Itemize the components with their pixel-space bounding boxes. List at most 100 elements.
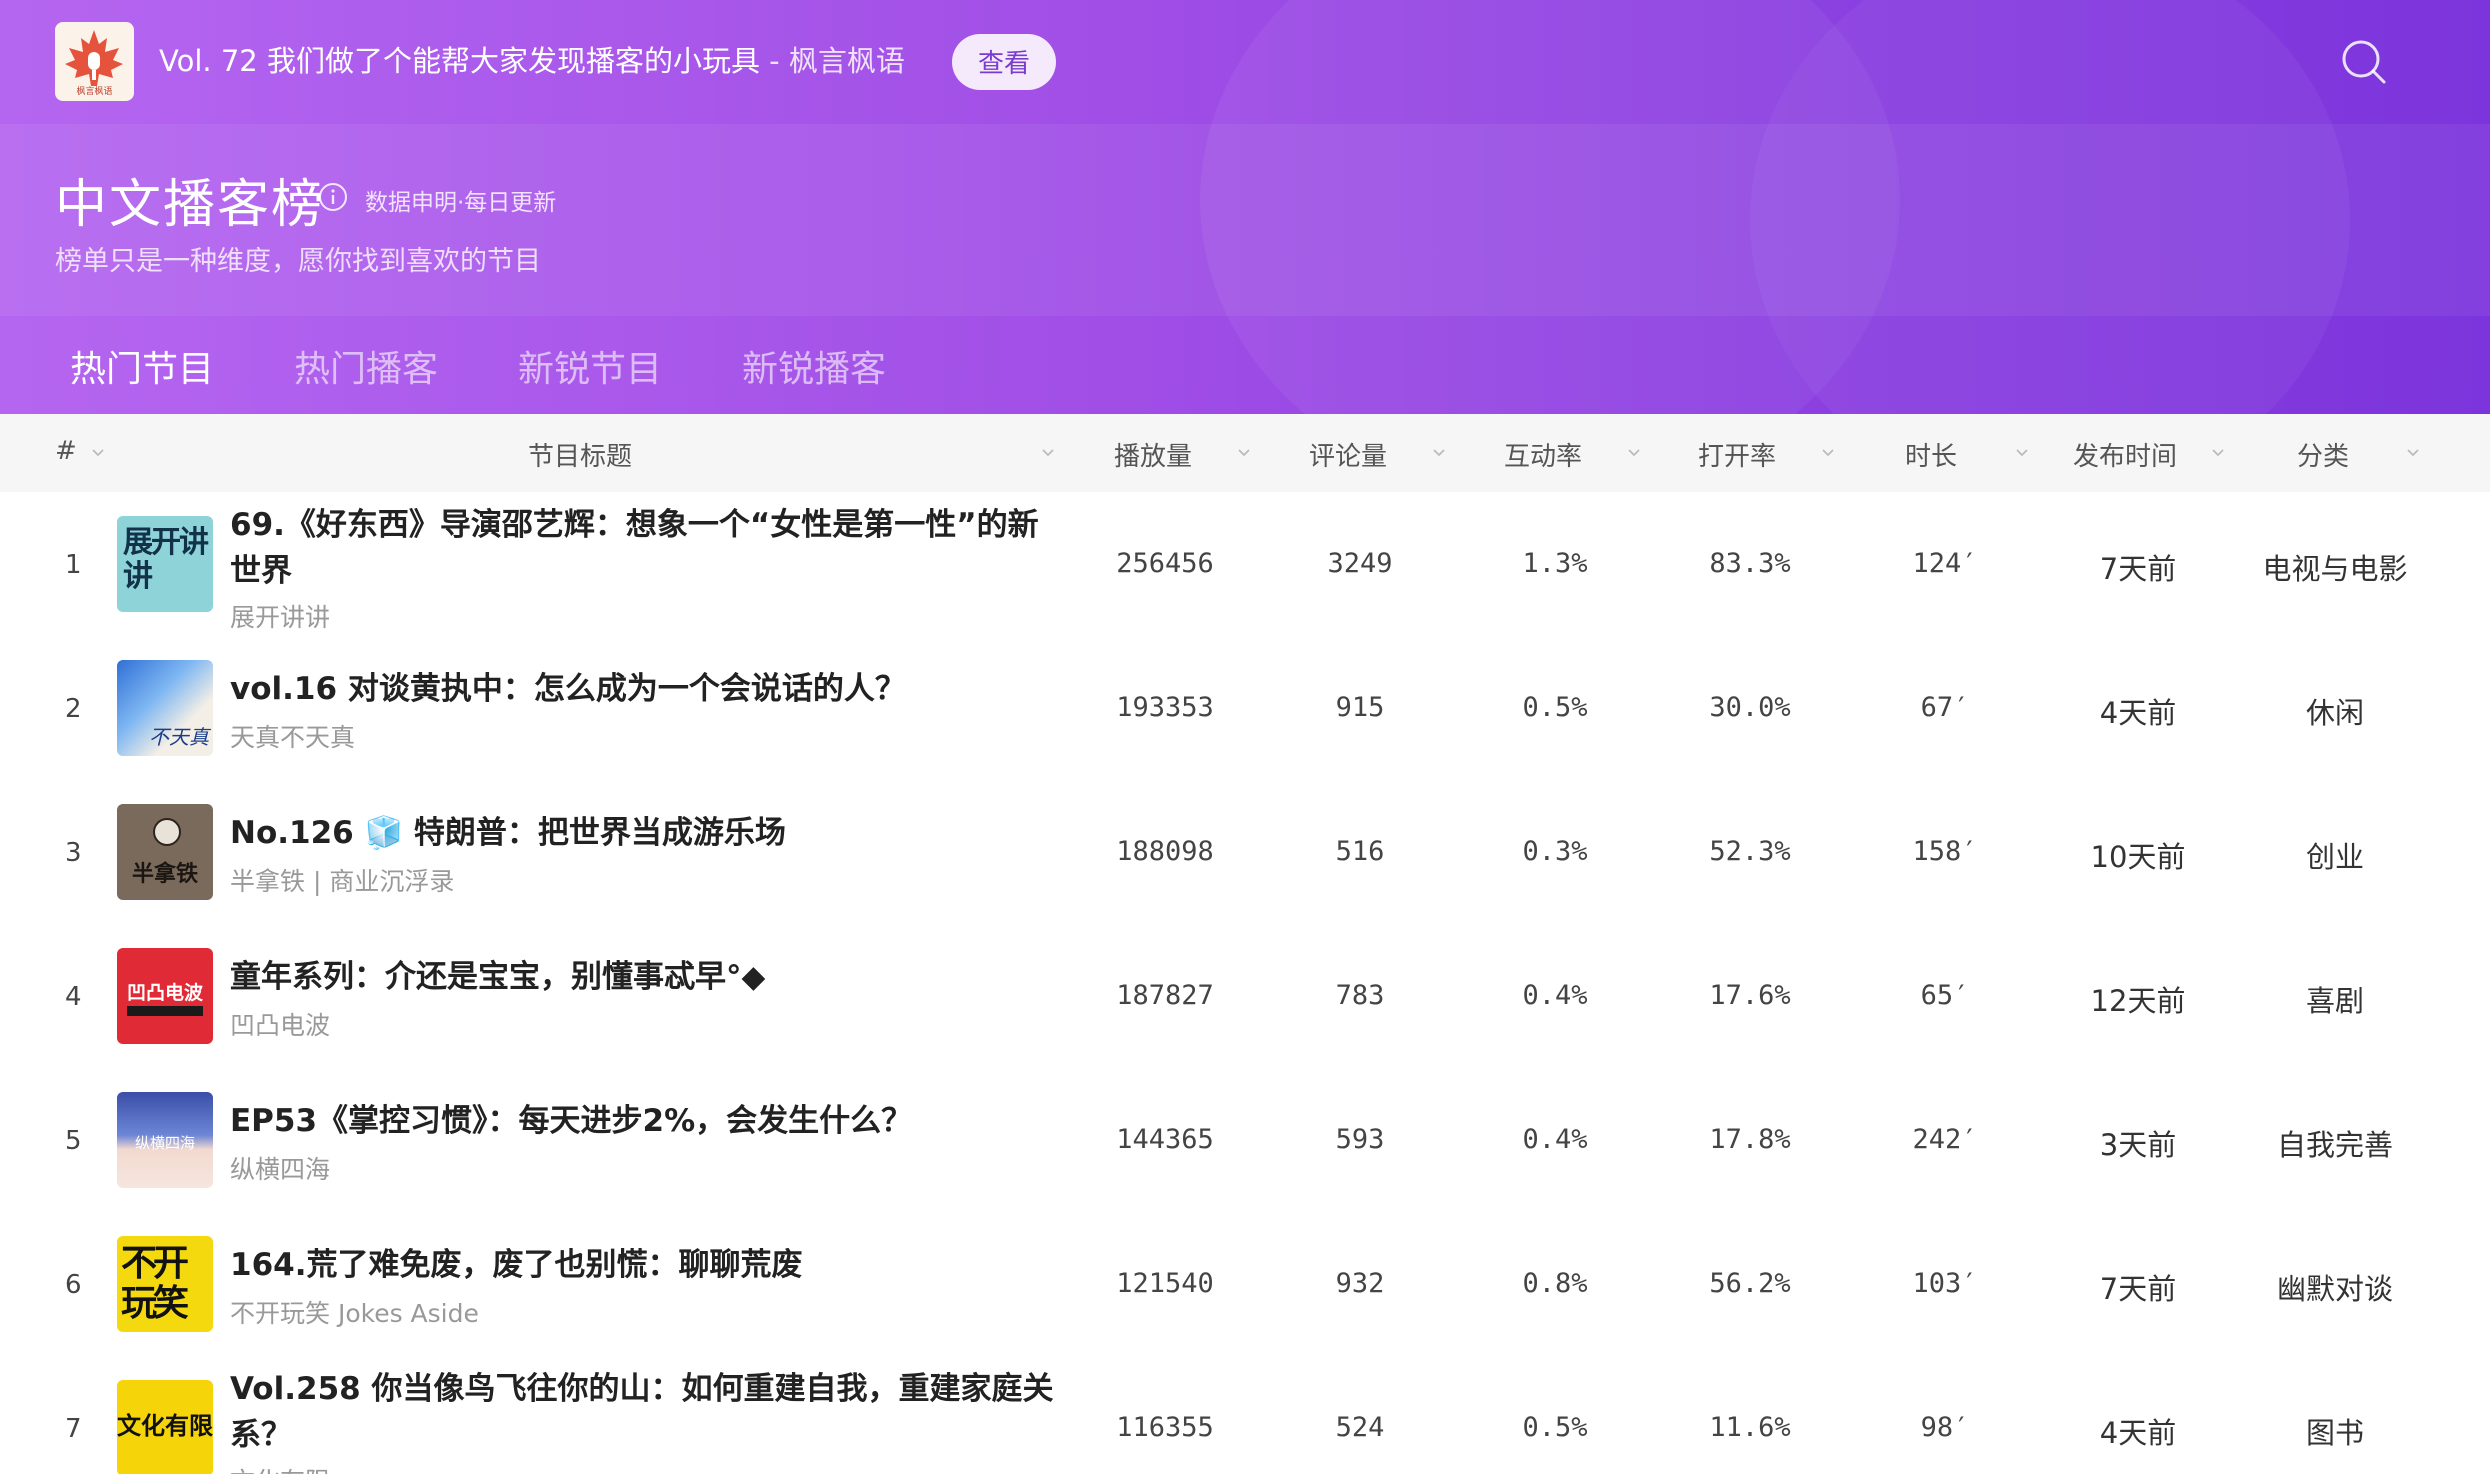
rank: 5 — [65, 1126, 82, 1156]
sort-chevron-icon[interactable] — [1236, 444, 1252, 460]
sort-chevron-icon[interactable] — [90, 444, 106, 460]
category[interactable]: 自我完善 — [2250, 1122, 2420, 1164]
sort-chevron-icon[interactable] — [1040, 444, 1056, 460]
sort-chevron-icon[interactable] — [2014, 444, 2030, 460]
podcast-cover[interactable]: 凹凸电波 — [117, 948, 213, 1044]
podcast-cover[interactable]: 纵横四海 — [117, 1092, 213, 1188]
sort-chevron-icon[interactable] — [1626, 444, 1642, 460]
published-time: 7天前 — [2099, 552, 2177, 586]
podcast-name[interactable]: 不开玩笑 Jokes Aside — [230, 1294, 479, 1330]
published-time: 7天前 — [2099, 1272, 2177, 1306]
table-row[interactable]: 6 不开玩笑 164.荒了难免废，废了也别慌：聊聊荒废 不开玩笑 Jokes A… — [0, 1212, 2490, 1356]
interaction-rate: 1.3% — [1522, 548, 1588, 579]
podcast-cover[interactable]: 文化有限 — [117, 1380, 213, 1474]
cover-text: 不开玩笑 — [121, 1243, 189, 1324]
table-row[interactable]: 2 不天真 vol.16 对谈黄执中：怎么成为一个会说话的人？ 天真不天真 19… — [0, 636, 2490, 780]
duration: 67′ — [1920, 692, 1970, 723]
tab-hot-episodes[interactable]: 热门节目 — [70, 340, 214, 392]
search-icon[interactable] — [2340, 38, 2388, 86]
rank: 4 — [65, 982, 82, 1012]
category[interactable]: 休闲 — [2250, 690, 2420, 732]
open-rate: 17.6% — [1709, 980, 1791, 1011]
tab-new-episodes[interactable]: 新锐节目 — [518, 340, 662, 392]
table-row[interactable]: 7 文化有限 Vol.258 你当像鸟飞往你的山：如何重建自我，重建家庭关系？ … — [0, 1356, 2490, 1474]
open-rate: 52.3% — [1709, 836, 1791, 867]
duration: 158′ — [1912, 836, 1978, 867]
podcast-cover[interactable]: 不开玩笑 — [117, 1236, 213, 1332]
tab-hot-podcasts[interactable]: 热门播客 — [294, 340, 438, 392]
column-interaction-rate[interactable]: 互动率 — [1504, 436, 1582, 473]
category[interactable]: 喜剧 — [2250, 978, 2420, 1020]
interaction-rate: 0.3% — [1522, 836, 1588, 867]
column-published[interactable]: 发布时间 — [2073, 436, 2177, 473]
tab-bar: 热门节目 热门播客 新锐节目 新锐播客 — [0, 316, 2490, 414]
published-time: 10天前 — [2090, 840, 2186, 874]
category[interactable]: 电视与电影 — [2250, 546, 2420, 588]
site-logo[interactable]: 枫言枫语 — [55, 22, 134, 101]
podcast-name[interactable]: 半拿铁 | 商业沉浮录 — [230, 862, 454, 898]
episode-title[interactable]: EP53《掌控习惯》：每天进步2%，会发生什么？ — [230, 1098, 1060, 1144]
duration: 124′ — [1912, 548, 1978, 579]
sort-chevron-icon[interactable] — [1431, 444, 1447, 460]
plays: 121540 — [1116, 1268, 1214, 1299]
comments: 915 — [1335, 692, 1385, 723]
podcast-name[interactable]: 展开讲讲 — [230, 598, 330, 634]
duration: 65′ — [1920, 980, 1970, 1011]
info-icon[interactable] — [318, 182, 348, 212]
episode-table: 1 展开讲讲 69.《好东西》导演邵艺辉：想象一个“女性是第一性”的新世界 展开… — [0, 492, 2490, 1474]
page-subtitle: 榜单只是一种维度，愿你找到喜欢的节目 — [55, 246, 541, 277]
episode-title[interactable]: 164.荒了难免废，废了也别慌：聊聊荒废 — [230, 1242, 1060, 1288]
title-band — [0, 124, 2490, 316]
table-row[interactable]: 3 半拿铁 No.126 🧊 特朗普：把世界当成游乐场 半拿铁 | 商业沉浮录 … — [0, 780, 2490, 924]
column-rank[interactable]: # — [55, 436, 77, 466]
episode-title[interactable]: No.126 🧊 特朗普：把世界当成游乐场 — [230, 810, 1060, 856]
podcast-cover[interactable]: 半拿铁 — [117, 804, 213, 900]
episode-title[interactable]: 童年系列：介还是宝宝，别懂事忒早°◆ — [230, 954, 1060, 1000]
comments: 524 — [1335, 1412, 1385, 1443]
rank: 6 — [65, 1270, 82, 1300]
category[interactable]: 幽默对谈 — [2250, 1266, 2420, 1308]
comments: 3249 — [1327, 548, 1393, 579]
interaction-rate: 0.5% — [1522, 1412, 1588, 1443]
category[interactable]: 创业 — [2250, 834, 2420, 876]
podcast-name[interactable]: 天真不天真 — [230, 718, 355, 754]
cover-text: 文化有限 — [117, 1412, 213, 1440]
published-time: 12天前 — [2090, 984, 2186, 1018]
comments: 593 — [1335, 1124, 1385, 1155]
episode-title[interactable]: 69.《好东西》导演邵艺辉：想象一个“女性是第一性”的新世界 — [230, 502, 1060, 594]
cover-text: 纵横四海 — [134, 1134, 195, 1152]
column-plays[interactable]: 播放量 — [1114, 436, 1192, 473]
tab-new-podcasts[interactable]: 新锐播客 — [742, 340, 886, 392]
column-comments[interactable]: 评论量 — [1309, 436, 1387, 473]
podcast-name[interactable]: 纵横四海 — [230, 1150, 330, 1186]
sort-chevron-icon[interactable] — [2405, 444, 2421, 460]
episode-title[interactable]: Vol.258 你当像鸟飞往你的山：如何重建自我，重建家庭关系？ — [230, 1366, 1060, 1458]
duration: 103′ — [1912, 1268, 1978, 1299]
podcast-cover[interactable]: 不天真 — [117, 660, 213, 756]
column-category[interactable]: 分类 — [2297, 436, 2349, 473]
announcement-text: Vol. 72 我们做了个能帮大家发现播客的小玩具 — [159, 44, 760, 78]
sort-chevron-icon[interactable] — [2210, 444, 2226, 460]
published-time: 3天前 — [2099, 1128, 2177, 1162]
data-statement-link[interactable]: 数据申明·每日更新 — [365, 183, 556, 217]
sort-chevron-icon[interactable] — [1820, 444, 1836, 460]
table-row[interactable]: 4 凹凸电波 童年系列：介还是宝宝，别懂事忒早°◆ 凹凸电波 187827 78… — [0, 924, 2490, 1068]
episode-title[interactable]: vol.16 对谈黄执中：怎么成为一个会说话的人？ — [230, 666, 1060, 712]
table-row[interactable]: 5 纵横四海 EP53《掌控习惯》：每天进步2%，会发生什么？ 纵横四海 144… — [0, 1068, 2490, 1212]
podcast-name[interactable]: 凹凸电波 — [230, 1006, 330, 1042]
table-header: # 节目标题 播放量 评论量 互动率 打开率 时长 发布时间 分类 — [0, 414, 2490, 492]
rank: 1 — [65, 550, 82, 580]
announcement-link[interactable]: Vol. 72 我们做了个能帮大家发现播客的小玩具 - 枫言枫语 — [159, 38, 905, 80]
table-row[interactable]: 1 展开讲讲 69.《好东西》导演邵艺辉：想象一个“女性是第一性”的新世界 展开… — [0, 492, 2490, 636]
plays: 116355 — [1116, 1412, 1214, 1443]
rank: 3 — [65, 838, 82, 868]
category[interactable]: 图书 — [2250, 1410, 2420, 1452]
coffee-icon — [153, 818, 181, 846]
open-rate: 11.6% — [1709, 1412, 1791, 1443]
column-duration[interactable]: 时长 — [1905, 436, 1957, 473]
column-open-rate[interactable]: 打开率 — [1698, 436, 1776, 473]
podcast-name[interactable]: 文化有限 — [230, 1462, 330, 1474]
podcast-cover[interactable]: 展开讲讲 — [117, 516, 213, 612]
view-button[interactable]: 查看 — [952, 34, 1056, 90]
column-title[interactable]: 节目标题 — [528, 436, 632, 473]
